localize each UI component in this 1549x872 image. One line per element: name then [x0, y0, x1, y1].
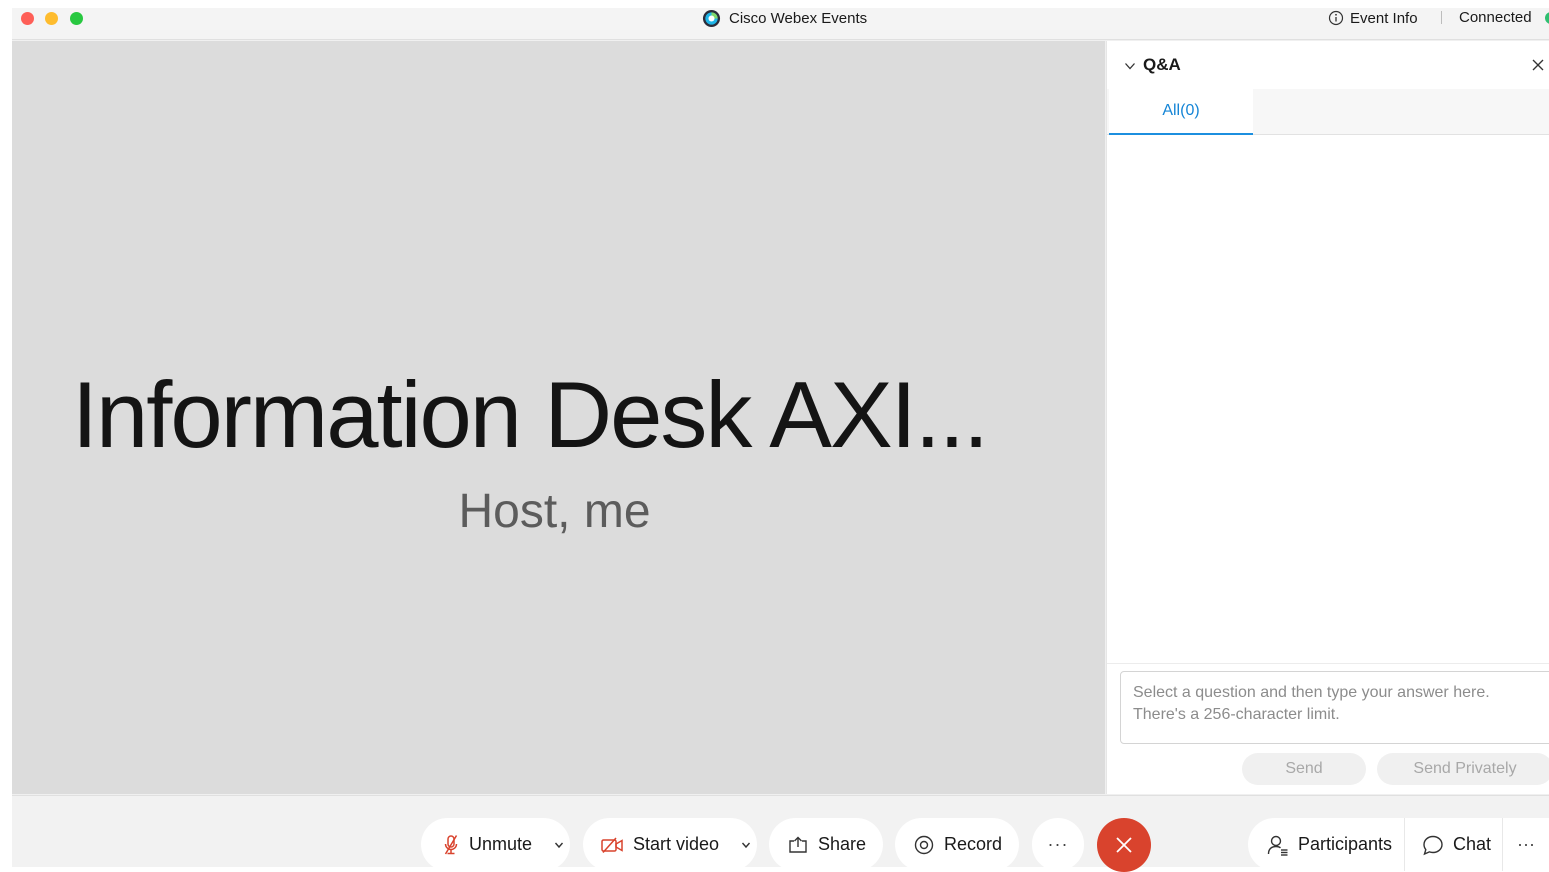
share-icon — [789, 836, 807, 853]
participant-name: Information Desk AXI... — [71, 362, 989, 467]
send-privately-button[interactable]: Send Privately — [1377, 753, 1549, 785]
app-title: Cisco Webex Events — [729, 9, 868, 27]
qa-header: Q&A — [1107, 41, 1549, 89]
close-icon — [1116, 837, 1132, 853]
video-stage: Information Desk AXI... Host, me — [12, 41, 1105, 794]
chevron-down-icon[interactable] — [741, 841, 751, 849]
qa-tab-bar: All(0) — [1107, 89, 1549, 135]
app-window: Cisco Webex Events Event Info Connected … — [12, 8, 1549, 872]
share-label: Share — [818, 834, 867, 854]
tab-all[interactable]: All(0) — [1109, 89, 1253, 135]
info-icon — [1328, 10, 1344, 26]
start-video-button[interactable]: Start video — [583, 818, 757, 871]
qa-title: Q&A — [1143, 55, 1181, 74]
send-button[interactable]: Send — [1242, 753, 1366, 785]
chevron-down-icon[interactable] — [1124, 60, 1136, 72]
meeting-controls: Unmute Start video Share Record ··· Part… — [12, 795, 1549, 872]
share-button[interactable]: Share — [769, 818, 883, 871]
more-options-button[interactable]: ··· — [1032, 818, 1084, 871]
panel-toggle-group: Participants Chat ··· — [1248, 818, 1549, 871]
record-label: Record — [944, 834, 1003, 854]
zoom-window-button[interactable] — [70, 12, 83, 25]
webex-logo-icon — [702, 9, 721, 27]
title-bar: Cisco Webex Events Event Info Connected — [12, 8, 1549, 40]
chevron-down-icon[interactable] — [554, 841, 564, 849]
app-title-group: Cisco Webex Events — [702, 8, 867, 28]
chat-label: Chat — [1453, 834, 1492, 854]
record-button[interactable]: Record — [895, 818, 1019, 871]
participants-button[interactable]: Participants — [1248, 818, 1404, 871]
event-info-button[interactable]: Event Info — [1328, 8, 1418, 28]
connection-status-dot — [1545, 12, 1549, 24]
chat-button[interactable]: Chat — [1405, 818, 1502, 871]
connection-status: Connected — [1459, 9, 1532, 26]
minimize-window-button[interactable] — [45, 12, 58, 25]
participants-icon — [1267, 835, 1288, 856]
leave-meeting-button[interactable] — [1097, 818, 1151, 872]
participants-label: Participants — [1298, 834, 1393, 854]
participant-role: Host, me — [458, 485, 651, 538]
unmute-button[interactable]: Unmute — [421, 818, 570, 871]
overflow-menu-button[interactable]: ··· — [1503, 818, 1549, 871]
qa-panel: Q&A All(0) Send Send Privately — [1106, 41, 1549, 794]
event-info-label: Event Info — [1350, 9, 1418, 27]
mic-muted-icon — [444, 834, 458, 854]
close-icon[interactable] — [1531, 58, 1545, 72]
start-video-label: Start video — [633, 834, 720, 854]
unmute-label: Unmute — [469, 834, 533, 854]
record-icon — [914, 835, 934, 854]
close-window-button[interactable] — [21, 12, 34, 25]
video-off-icon — [601, 836, 623, 853]
answer-input[interactable] — [1120, 671, 1549, 744]
qa-compose-area: Send Send Privately — [1107, 663, 1549, 794]
qa-question-list — [1107, 135, 1549, 663]
title-divider — [1441, 11, 1442, 24]
chat-bubble-icon — [1423, 835, 1443, 855]
